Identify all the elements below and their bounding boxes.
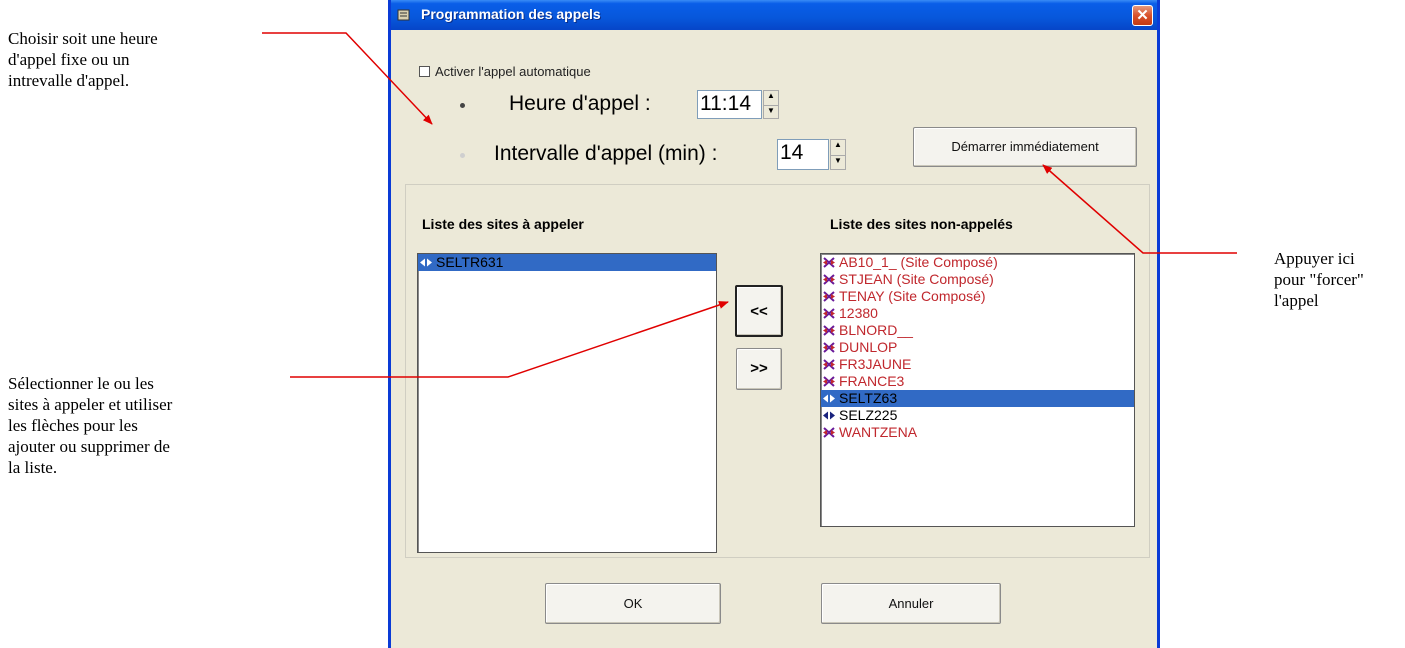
disconnected-icon <box>823 291 835 302</box>
disconnected-icon <box>823 257 835 268</box>
interval-radio[interactable] <box>456 149 468 161</box>
disconnected-icon <box>823 427 835 438</box>
remove-from-call-button[interactable]: >> <box>736 348 782 390</box>
annotation-line: intrevalle d'appel. <box>8 71 130 90</box>
disconnected-icon <box>823 359 835 370</box>
list-item-label: WANTZENA <box>839 424 918 440</box>
close-button[interactable]: ✕ <box>1132 5 1153 26</box>
annotation-choose-time: Choisir soit une heure d'appel fixe ou u… <box>8 28 158 91</box>
annotation-line: sites à appeler et utiliser <box>8 395 173 414</box>
connected-icon <box>420 258 432 267</box>
ok-button[interactable]: OK <box>545 583 721 624</box>
annotation-line: Choisir soit une heure <box>8 29 158 48</box>
call-time-spinner[interactable]: ▲ ▼ <box>763 90 779 119</box>
title-bar[interactable]: Programmation des appels ✕ <box>391 0 1157 30</box>
not-called-listbox[interactable]: AB10_1_ (Site Composé) STJEAN (Site Compo… <box>820 253 1135 527</box>
annotation-line: l'appel <box>1274 291 1319 310</box>
annotation-select-sites: Sélectionner le ou les sites à appeler e… <box>8 373 172 478</box>
cancel-button[interactable]: Annuler <box>821 583 1001 624</box>
list-item[interactable]: BLNORD__ <box>821 322 1134 339</box>
list-item-label: SELTR631 <box>436 254 504 270</box>
call-scheduling-dialog: Programmation des appels ✕ Activer l'app… <box>388 0 1160 648</box>
list-item[interactable]: FR3JAUNE <box>821 356 1134 373</box>
list-item-label: AB10_1_ (Site Composé) <box>839 254 998 270</box>
interval-label: Intervalle d'appel (min) : <box>494 142 718 165</box>
list-item[interactable]: AB10_1_ (Site Composé) <box>821 254 1134 271</box>
call-time-label: Heure d'appel : <box>509 92 651 115</box>
start-now-button[interactable]: Démarrer immédiatement <box>913 127 1137 167</box>
annotation-force-call: Appuyer ici pour "forcer" l'appel <box>1274 248 1364 311</box>
interval-spinner[interactable]: ▲ ▼ <box>830 139 846 170</box>
to-call-list-title: Liste des sites à appeler <box>422 216 584 232</box>
list-item[interactable]: SELTZ63 <box>821 390 1134 407</box>
disconnected-icon <box>823 308 835 319</box>
disconnected-icon <box>823 325 835 336</box>
list-item[interactable]: FRANCE3 <box>821 373 1134 390</box>
connected-icon <box>823 411 835 420</box>
call-time-radio[interactable] <box>456 99 468 111</box>
list-item[interactable]: 12380 <box>821 305 1134 322</box>
add-to-call-button[interactable]: << <box>735 285 783 337</box>
spin-down-icon[interactable]: ▼ <box>831 154 845 170</box>
list-item-label: FR3JAUNE <box>839 356 912 372</box>
spin-up-icon[interactable]: ▲ <box>764 91 778 105</box>
list-item[interactable]: SELZ225 <box>821 407 1134 424</box>
window-title: Programmation des appels <box>421 6 601 22</box>
list-item-label: TENAY (Site Composé) <box>839 288 986 304</box>
auto-call-checkbox[interactable] <box>419 66 430 77</box>
annotation-line: la liste. <box>8 458 58 477</box>
app-icon <box>397 9 410 21</box>
call-time-input[interactable]: 11:14 <box>697 90 762 119</box>
annotation-line: d'appel fixe ou un <box>8 50 130 69</box>
spin-down-icon[interactable]: ▼ <box>764 104 778 119</box>
list-item[interactable]: SELTR631 <box>418 254 716 271</box>
list-item-label: BLNORD__ <box>839 322 913 338</box>
connected-icon <box>823 394 835 403</box>
list-item[interactable]: STJEAN (Site Composé) <box>821 271 1134 288</box>
list-item-label: FRANCE3 <box>839 373 905 389</box>
annotation-line: pour "forcer" <box>1274 270 1364 289</box>
list-item-label: 12380 <box>839 305 878 321</box>
list-item-label: STJEAN (Site Composé) <box>839 271 994 287</box>
list-item-label: SELZ225 <box>839 407 898 423</box>
annotation-line: les flèches pour les <box>8 416 138 435</box>
auto-call-option[interactable]: Activer l'appel automatique <box>419 64 591 79</box>
spin-up-icon[interactable]: ▲ <box>831 140 845 155</box>
auto-call-label: Activer l'appel automatique <box>435 64 591 79</box>
list-item[interactable]: WANTZENA <box>821 424 1134 441</box>
annotation-line: Appuyer ici <box>1274 249 1355 268</box>
list-item-label: DUNLOP <box>839 339 898 355</box>
not-called-list-title: Liste des sites non-appelés <box>830 216 1013 232</box>
to-call-listbox[interactable]: SELTR631 <box>417 253 717 553</box>
disconnected-icon <box>823 342 835 353</box>
list-item-label: SELTZ63 <box>839 390 898 406</box>
disconnected-icon <box>823 274 835 285</box>
annotation-line: Sélectionner le ou les <box>8 374 154 393</box>
list-item[interactable]: TENAY (Site Composé) <box>821 288 1134 305</box>
disconnected-icon <box>823 376 835 387</box>
interval-input[interactable]: 14 <box>777 139 829 170</box>
annotation-line: ajouter ou supprimer de <box>8 437 170 456</box>
list-item[interactable]: DUNLOP <box>821 339 1134 356</box>
